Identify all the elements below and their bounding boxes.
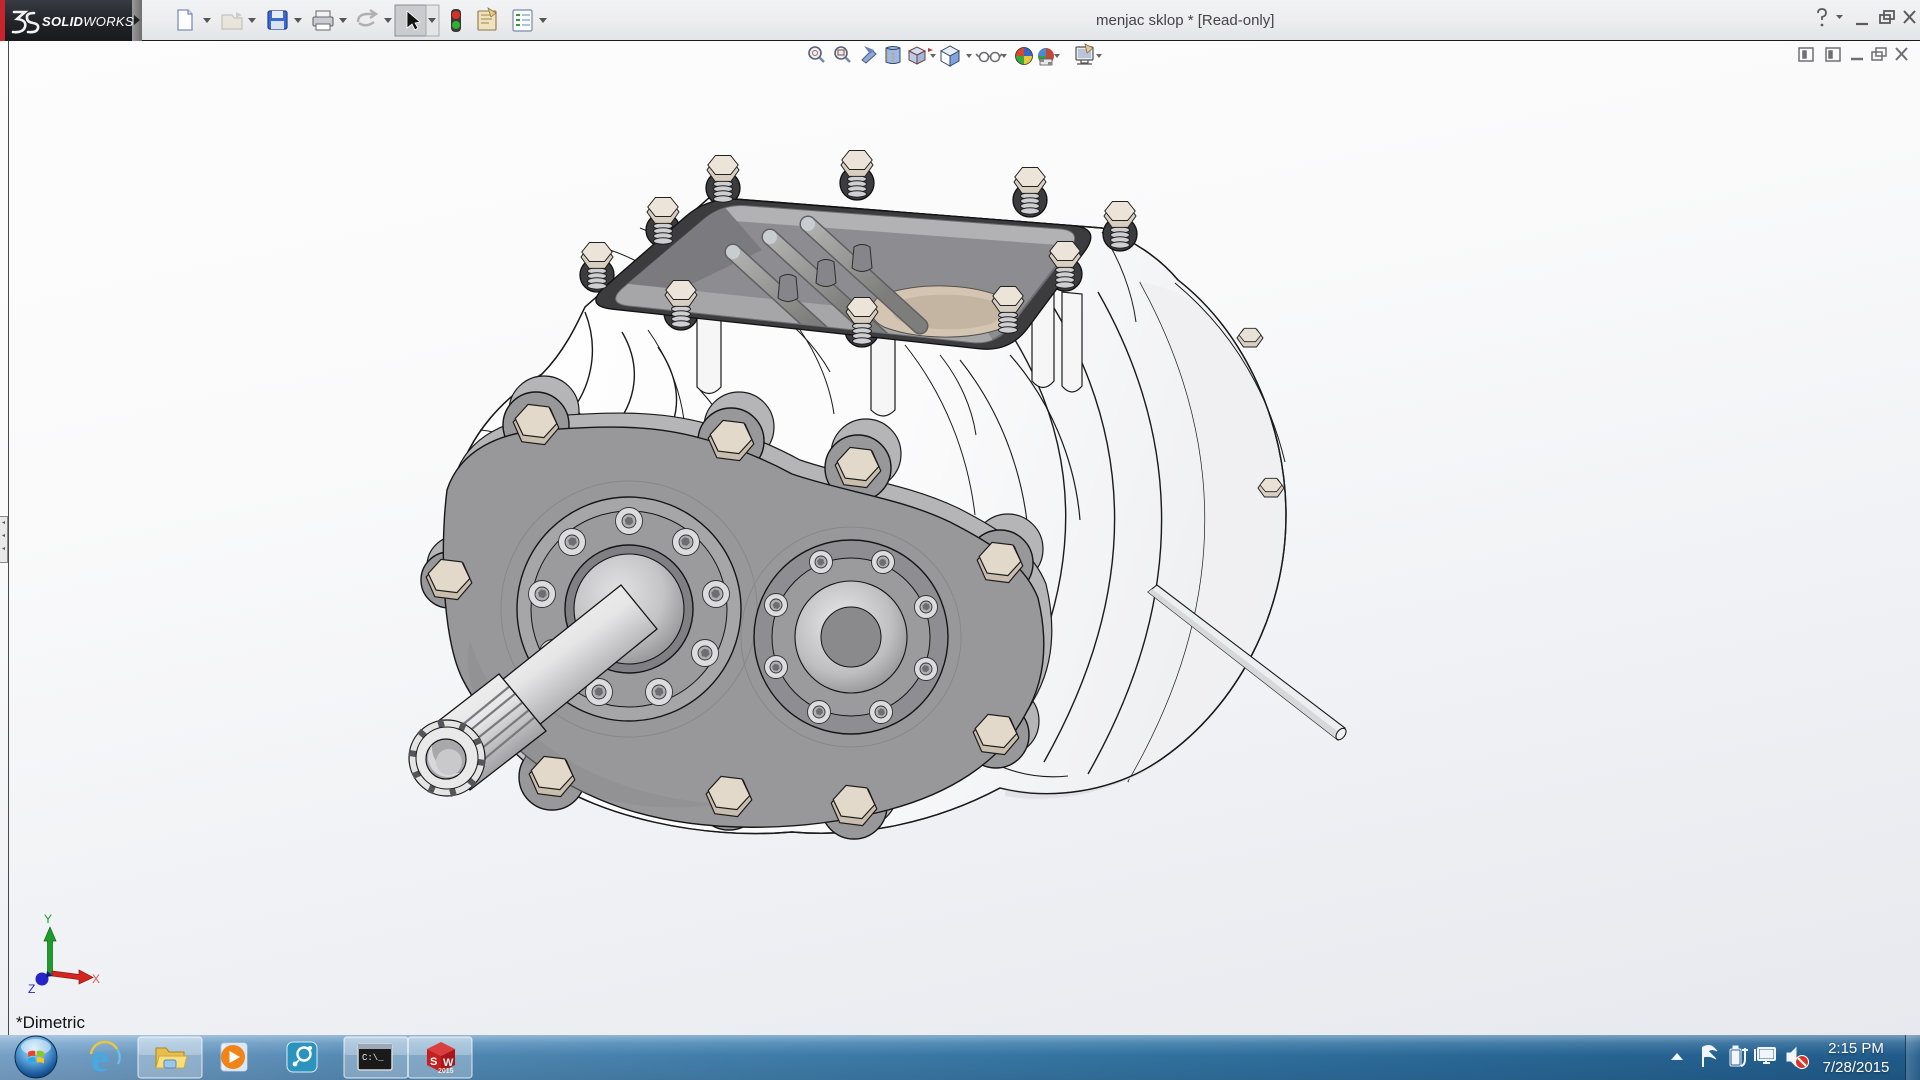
svg-text:S: S	[430, 1056, 437, 1068]
svg-text:Z: Z	[28, 982, 35, 996]
svg-text:2015: 2015	[438, 1068, 454, 1075]
svg-text:X: X	[92, 972, 100, 986]
svg-text:Y: Y	[44, 912, 52, 926]
svg-text:SOLIDWORKS: SOLIDWORKS	[42, 14, 134, 29]
svg-text:C:\_: C:\_	[362, 1053, 384, 1063]
